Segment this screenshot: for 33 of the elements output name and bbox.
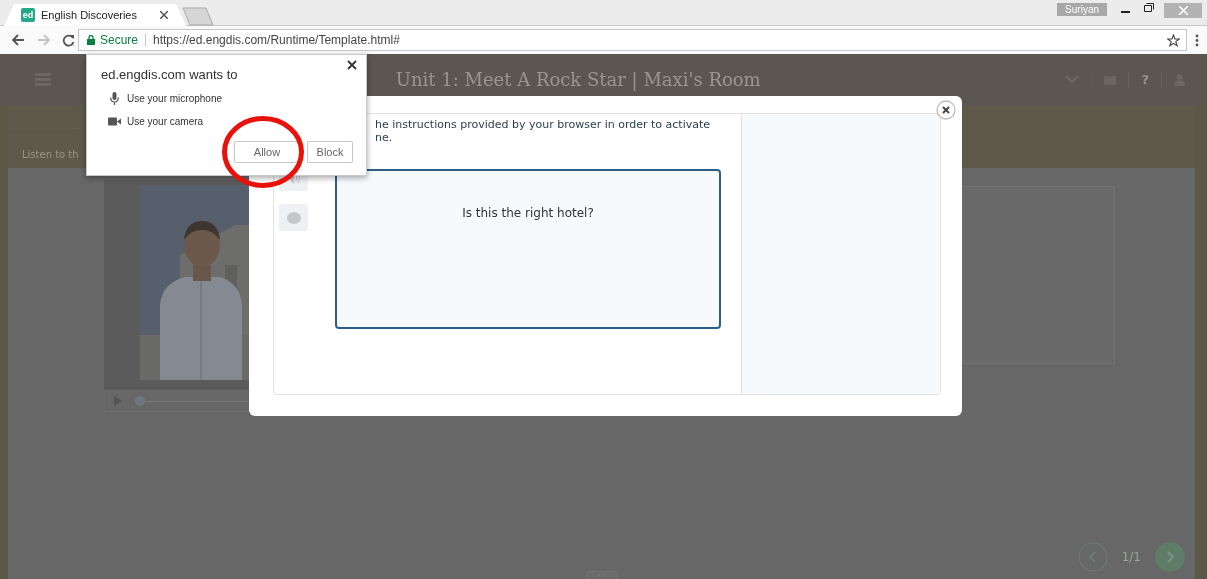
close-button[interactable]: [936, 100, 956, 120]
secure-label: Secure: [100, 33, 139, 47]
menu-icon[interactable]: [1195, 33, 1199, 47]
url-text: https://ed.engdis.com/Runtime/Template.html#: [153, 33, 400, 47]
permission-label: Use your camera: [127, 115, 204, 127]
address-bar[interactable]: Secure https://ed.engdis.com/Runtime/Template.html#: [78, 29, 1187, 51]
record-button[interactable]: [279, 204, 308, 231]
camera-icon: [107, 116, 121, 126]
new-tab-button[interactable]: [182, 7, 214, 26]
unit-title: Unit 1: Meet A Rock Star | Maxi's Room: [394, 69, 761, 90]
instruction-text: he instructions provided by your browser in order to activate: [374, 118, 712, 131]
close-window-button[interactable]: [1164, 3, 1202, 18]
slider-thumb[interactable]: [135, 396, 145, 406]
page-counter: 1/1: [1121, 550, 1141, 564]
allow-button[interactable]: Allow: [234, 141, 300, 163]
permission-label: Use your microphone: [127, 92, 223, 104]
record-icon[interactable]: [286, 211, 301, 224]
close-icon[interactable]: [347, 60, 357, 70]
close-icon[interactable]: [160, 11, 168, 19]
lock-icon: [87, 35, 95, 45]
next-button[interactable]: [1155, 542, 1185, 572]
site-logo: ed: [21, 8, 35, 22]
instruction-text: ne.: [374, 131, 394, 144]
star-icon[interactable]: [1167, 33, 1180, 47]
forward-icon[interactable]: [37, 34, 50, 46]
microphone-icon: [109, 91, 119, 105]
block-button[interactable]: Block: [307, 141, 353, 163]
reload-icon[interactable]: [62, 33, 75, 47]
question-text: Is this the right hotel?: [462, 206, 594, 220]
browser-tab[interactable]: ed English Discoveries: [4, 4, 186, 26]
popup-title: ed.engdis.com wants to: [101, 67, 239, 82]
restore-icon[interactable]: [1144, 3, 1154, 12]
back-icon[interactable]: [12, 34, 25, 46]
